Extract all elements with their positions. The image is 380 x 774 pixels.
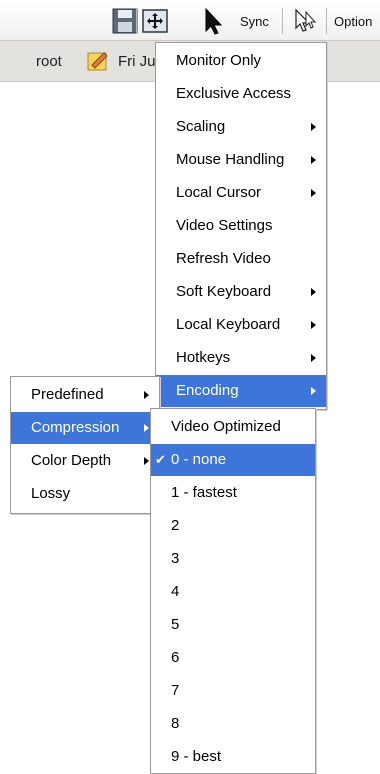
submenu-arrow-icon [311,123,316,131]
submenu-arrow-icon [144,391,149,399]
pointer-icon[interactable] [200,6,230,36]
submenu-arrow-icon [311,156,316,164]
encoding-submenu: Predefined Compression Color Depth Lossy [10,376,160,514]
menu-item-compression-1[interactable]: 1 - fastest [151,477,315,509]
menu-item-video-optimized[interactable]: Video Optimized [151,411,315,443]
menu-item-compression-2[interactable]: 2 [151,510,315,542]
menu-item-compression-5[interactable]: 5 [151,609,315,641]
user-label: root [36,53,62,70]
menu-item-compression-4[interactable]: 4 [151,576,315,608]
menu-item-soft-keyboard[interactable]: Soft Keyboard [156,276,326,308]
menu-item-refresh-video[interactable]: Refresh Video [156,243,326,275]
menu-item-color-depth[interactable]: Color Depth [11,445,159,477]
submenu-arrow-icon [311,189,316,197]
toolbar-separator [136,8,137,34]
sync-button[interactable]: Sync [240,14,269,29]
menu-item-compression-7[interactable]: 7 [151,675,315,707]
menu-item-mouse-handling[interactable]: Mouse Handling [156,144,326,176]
menu-item-compression-6[interactable]: 6 [151,642,315,674]
menu-item-predefined[interactable]: Predefined [11,379,159,411]
submenu-arrow-icon [144,457,149,465]
note-icon[interactable] [86,49,110,77]
menu-item-compression-0[interactable]: ✔ 0 - none [151,444,315,476]
submenu-arrow-icon [311,354,316,362]
single-cursor-icon[interactable] [290,6,320,36]
submenu-arrow-icon [311,387,316,395]
menu-item-scaling[interactable]: Scaling [156,111,326,143]
toolbar: Sync Option [0,0,380,40]
fit-window-icon[interactable] [140,6,170,36]
submenu-arrow-icon [144,424,149,432]
menu-item-local-keyboard[interactable]: Local Keyboard [156,309,326,341]
submenu-arrow-icon [311,288,316,296]
options-menu[interactable]: Option [334,14,372,29]
menu-item-encoding[interactable]: Encoding [156,375,326,407]
toolbar-separator [282,8,283,34]
menu-item-compression[interactable]: Compression [11,412,159,444]
menu-item-hotkeys[interactable]: Hotkeys [156,342,326,374]
menu-item-local-cursor[interactable]: Local Cursor [156,177,326,209]
menu-item-lossy[interactable]: Lossy [11,478,159,510]
compression-submenu: Video Optimized ✔ 0 - none 1 - fastest 2 … [150,408,316,774]
menu-item-compression-8[interactable]: 8 [151,708,315,740]
menu-item-exclusive-access[interactable]: Exclusive Access [156,78,326,110]
toolbar-separator [326,8,327,34]
checkmark-icon: ✔ [155,452,166,467]
date-label: Fri Ju [118,53,156,70]
menu-item-compression-3[interactable]: 3 [151,543,315,575]
menu-item-compression-9[interactable]: 9 - best [151,741,315,773]
menu-item-monitor-only[interactable]: Monitor Only [156,45,326,77]
submenu-arrow-icon [311,321,316,329]
menu-item-video-settings[interactable]: Video Settings [156,210,326,242]
main-menu: Monitor Only Exclusive Access Scaling Mo… [155,42,327,410]
